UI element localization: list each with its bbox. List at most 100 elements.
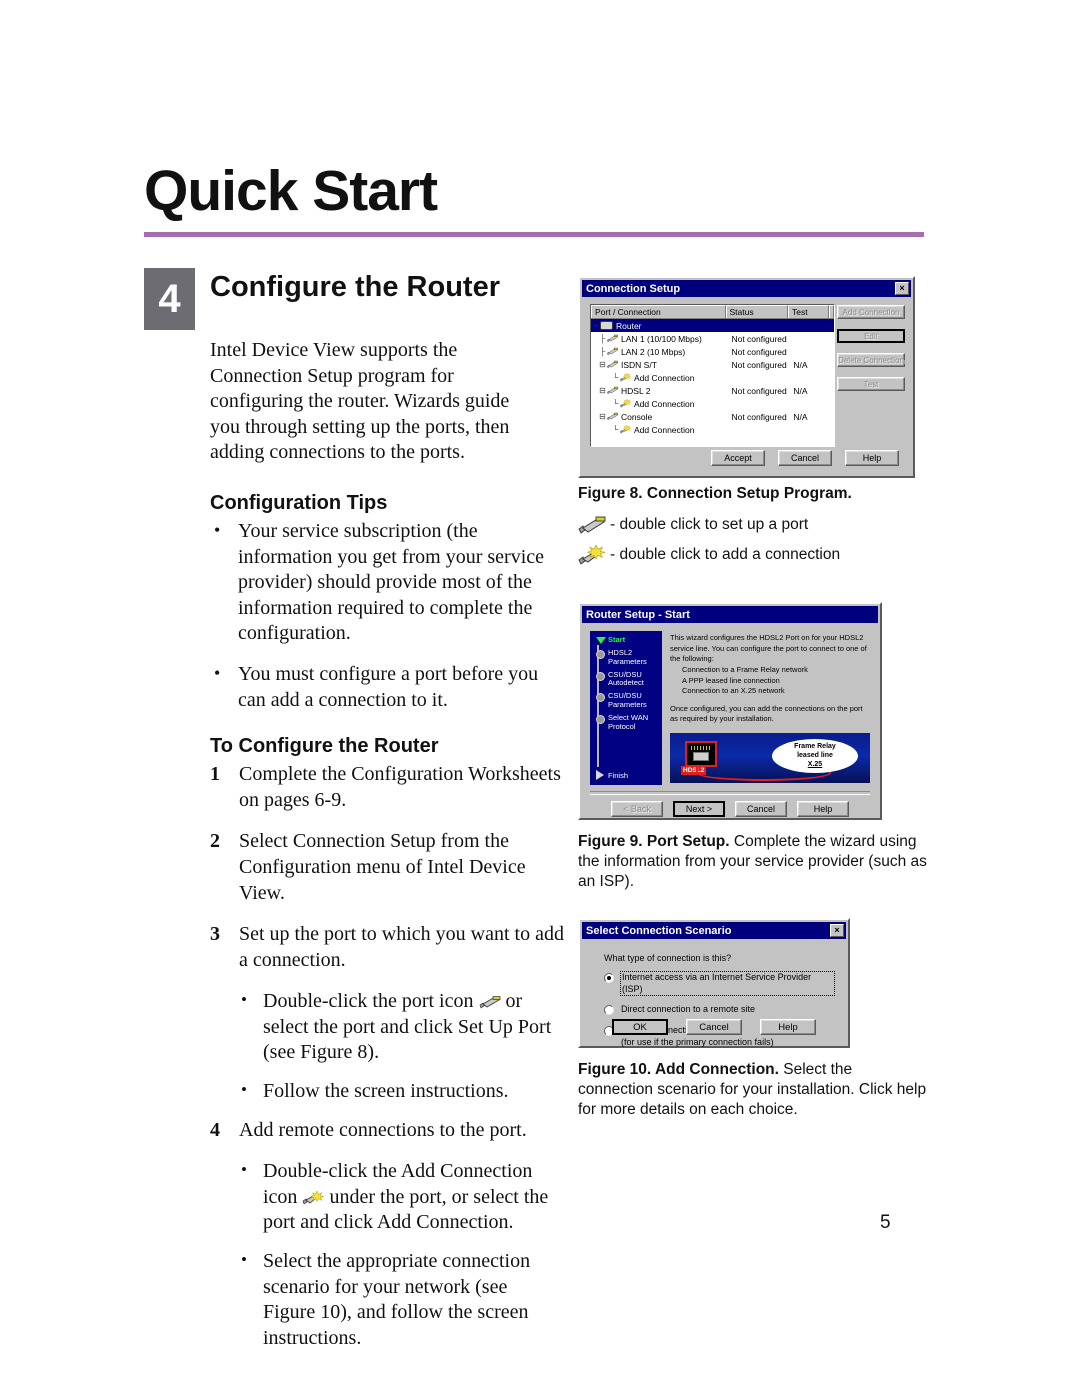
tree-row[interactable]: ├ LAN 2 (10 Mbps) Not configured [591, 345, 834, 358]
column-header-spacer[interactable] [829, 305, 834, 318]
add-connection-icon [620, 372, 632, 382]
window-title: Connection Setup [586, 282, 681, 295]
wizard-body: Start HDSL2 Parameters CSU/DSU Autodetect C… [582, 625, 878, 817]
step-bullet-icon [596, 649, 605, 659]
dialog-body: What type of connection is this? Interne… [582, 941, 846, 1047]
window-title: Router Setup - Start [586, 608, 690, 621]
tree-twig-icon[interactable]: └ [611, 373, 620, 382]
cloud-line-3: X.25 [807, 760, 823, 768]
tree-row[interactable]: ├ LAN 1 (10/100 Mbps) Not configured [591, 332, 834, 345]
tip-item: • Your service subscription (the informa… [210, 519, 568, 647]
scenario-radio-group[interactable]: Internet access via an Internet Service … [604, 970, 835, 1057]
tree-row[interactable]: ⊟ HDSL 2 Not configured N/A [591, 384, 834, 397]
tree-row-label: Router [616, 320, 642, 331]
tree-twig-icon[interactable]: – [591, 321, 600, 330]
caption-label: Figure 9. Port Setup. [578, 833, 730, 850]
tree-twig-icon[interactable]: ⊟ [598, 386, 607, 395]
network-cloud-icon: Frame Relay leased line X.25 [772, 739, 858, 773]
substep-text-pre: Double-click the port icon [263, 990, 474, 1013]
accept-button[interactable]: Accept [711, 450, 765, 466]
legend-add-connection: - double click to add a connection [578, 544, 841, 565]
procedure-step: 2 Select Connection Setup from the Confi… [210, 829, 569, 906]
test-button: Test [837, 377, 905, 391]
tree-row-test: N/A [793, 359, 808, 370]
router-icon [600, 321, 613, 330]
titlebar: Connection Setup × [582, 280, 911, 297]
port-icon [607, 334, 618, 343]
tree-twig-icon[interactable]: ⊟ [598, 412, 607, 421]
delete-connection-button: Delete Connection [837, 353, 905, 367]
next-button[interactable]: Next > [673, 801, 725, 817]
legend-add-connection-text: - double click to add a connection [610, 546, 841, 563]
divider [590, 791, 870, 795]
tree-twig-icon[interactable]: ├ [598, 334, 607, 343]
tree-row[interactable]: ⊟ ISDN S/T Not configured N/A [591, 358, 834, 371]
tree-row[interactable]: – Router [591, 319, 834, 332]
step-number: 4 [210, 1118, 220, 1141]
help-button[interactable]: Help [797, 801, 849, 817]
dialog-bottom-buttons: Accept Cancel Help [582, 450, 911, 466]
router-setup-wizard[interactable]: Router Setup - Start Start HDSL2 Paramete… [578, 602, 882, 820]
legend-port: - double click to set up a port [578, 515, 808, 535]
wizard-step-label: CSU/DSU Parameters [608, 691, 647, 710]
help-button[interactable]: Help [760, 1019, 816, 1035]
tips-heading: Configuration Tips [210, 491, 388, 514]
radio-button-icon[interactable] [604, 973, 614, 983]
tree-row-test: N/A [793, 411, 808, 422]
port-connection-tree[interactable]: Port / Connection Status Test – Router ├ LA… [590, 304, 835, 447]
scenario-option[interactable]: Direct connection to a remote site [604, 1004, 834, 1016]
wizard-step: CSU/DSU Autodetect [594, 670, 658, 689]
tree-row[interactable]: └ Add Connection [591, 397, 834, 410]
tree-row-status: Not configured [731, 359, 787, 370]
help-button[interactable]: Help [845, 450, 899, 466]
wizard-step-list: Start HDSL2 Parameters CSU/DSU Autodetect C… [590, 631, 662, 785]
cancel-button[interactable]: Cancel [778, 450, 832, 466]
tree-twig-icon[interactable]: ├ [598, 347, 607, 356]
step-text: Select Connection Setup from the Configu… [239, 830, 526, 904]
tree-twig-icon[interactable]: └ [611, 399, 620, 408]
cloud-line-2: leased line [797, 751, 833, 759]
section-number-chip: 4 [144, 268, 195, 330]
wizard-step: CSU/DSU Parameters [594, 691, 658, 710]
add-connection-icon [302, 1187, 325, 1205]
wizard-illustration: HDSL2 Frame Relay leased line X.25 [670, 733, 870, 783]
procedure-substep: • Double-click the port icon or select t… [239, 989, 563, 1066]
tree-row-status: Not configured [731, 333, 787, 344]
tree-row[interactable]: └ Add Connection [591, 423, 834, 436]
procedure-step: 4 Add remote connections to the port. [210, 1118, 569, 1144]
wizard-step-label: Select WAN Protocol [608, 712, 649, 731]
substep-text-pre: Follow the screen instructions. [263, 1080, 509, 1103]
procedure-heading: To Configure the Router [210, 735, 439, 758]
tree-row-label: HDSL 2 [621, 385, 651, 396]
cancel-button[interactable]: Cancel [735, 801, 787, 817]
column-header-status[interactable]: Status [725, 305, 788, 318]
tree-row[interactable]: ⊟ Console Not configured N/A [591, 410, 834, 423]
tree-twig-icon[interactable]: └ [611, 425, 620, 434]
step-number: 1 [210, 763, 220, 786]
port-icon [607, 347, 618, 356]
masthead: Quick Start [144, 163, 934, 237]
scenario-option[interactable]: Internet access via an Internet Service … [604, 970, 835, 997]
header-rule [144, 232, 924, 237]
tree-row-label: Console [621, 411, 653, 422]
add-connection-icon [620, 398, 632, 408]
tip-item: • You must configure a port before you c… [210, 662, 568, 713]
radio-button-icon[interactable] [604, 1005, 614, 1016]
close-icon[interactable]: × [830, 924, 844, 937]
close-icon[interactable]: × [895, 282, 909, 295]
column-header-port[interactable]: Port / Connection [591, 305, 726, 318]
column-header-test[interactable]: Test [787, 305, 829, 318]
wizard-step: Start [594, 635, 658, 645]
wizard-step: Select WAN Protocol [594, 712, 658, 732]
caption-label: Figure 10. Add Connection. [578, 1061, 779, 1078]
ok-button[interactable]: OK [612, 1019, 668, 1035]
tree-twig-icon[interactable]: ⊟ [598, 360, 607, 369]
bullet-glyph: • [241, 1250, 247, 1270]
bullet-glyph: • [241, 990, 247, 1010]
cancel-button[interactable]: Cancel [686, 1019, 742, 1035]
connection-setup-dialog[interactable]: Connection Setup × Port / Connection Sta… [578, 276, 915, 478]
figure-8-caption: Figure 8. Connection Setup Program. [578, 484, 930, 504]
select-connection-scenario-dialog[interactable]: Select Connection Scenario × What type o… [578, 918, 850, 1048]
dialog-side-buttons: Add Connection Edit Delete Connection Test [837, 305, 905, 401]
tree-row[interactable]: └ Add Connection [591, 371, 834, 384]
